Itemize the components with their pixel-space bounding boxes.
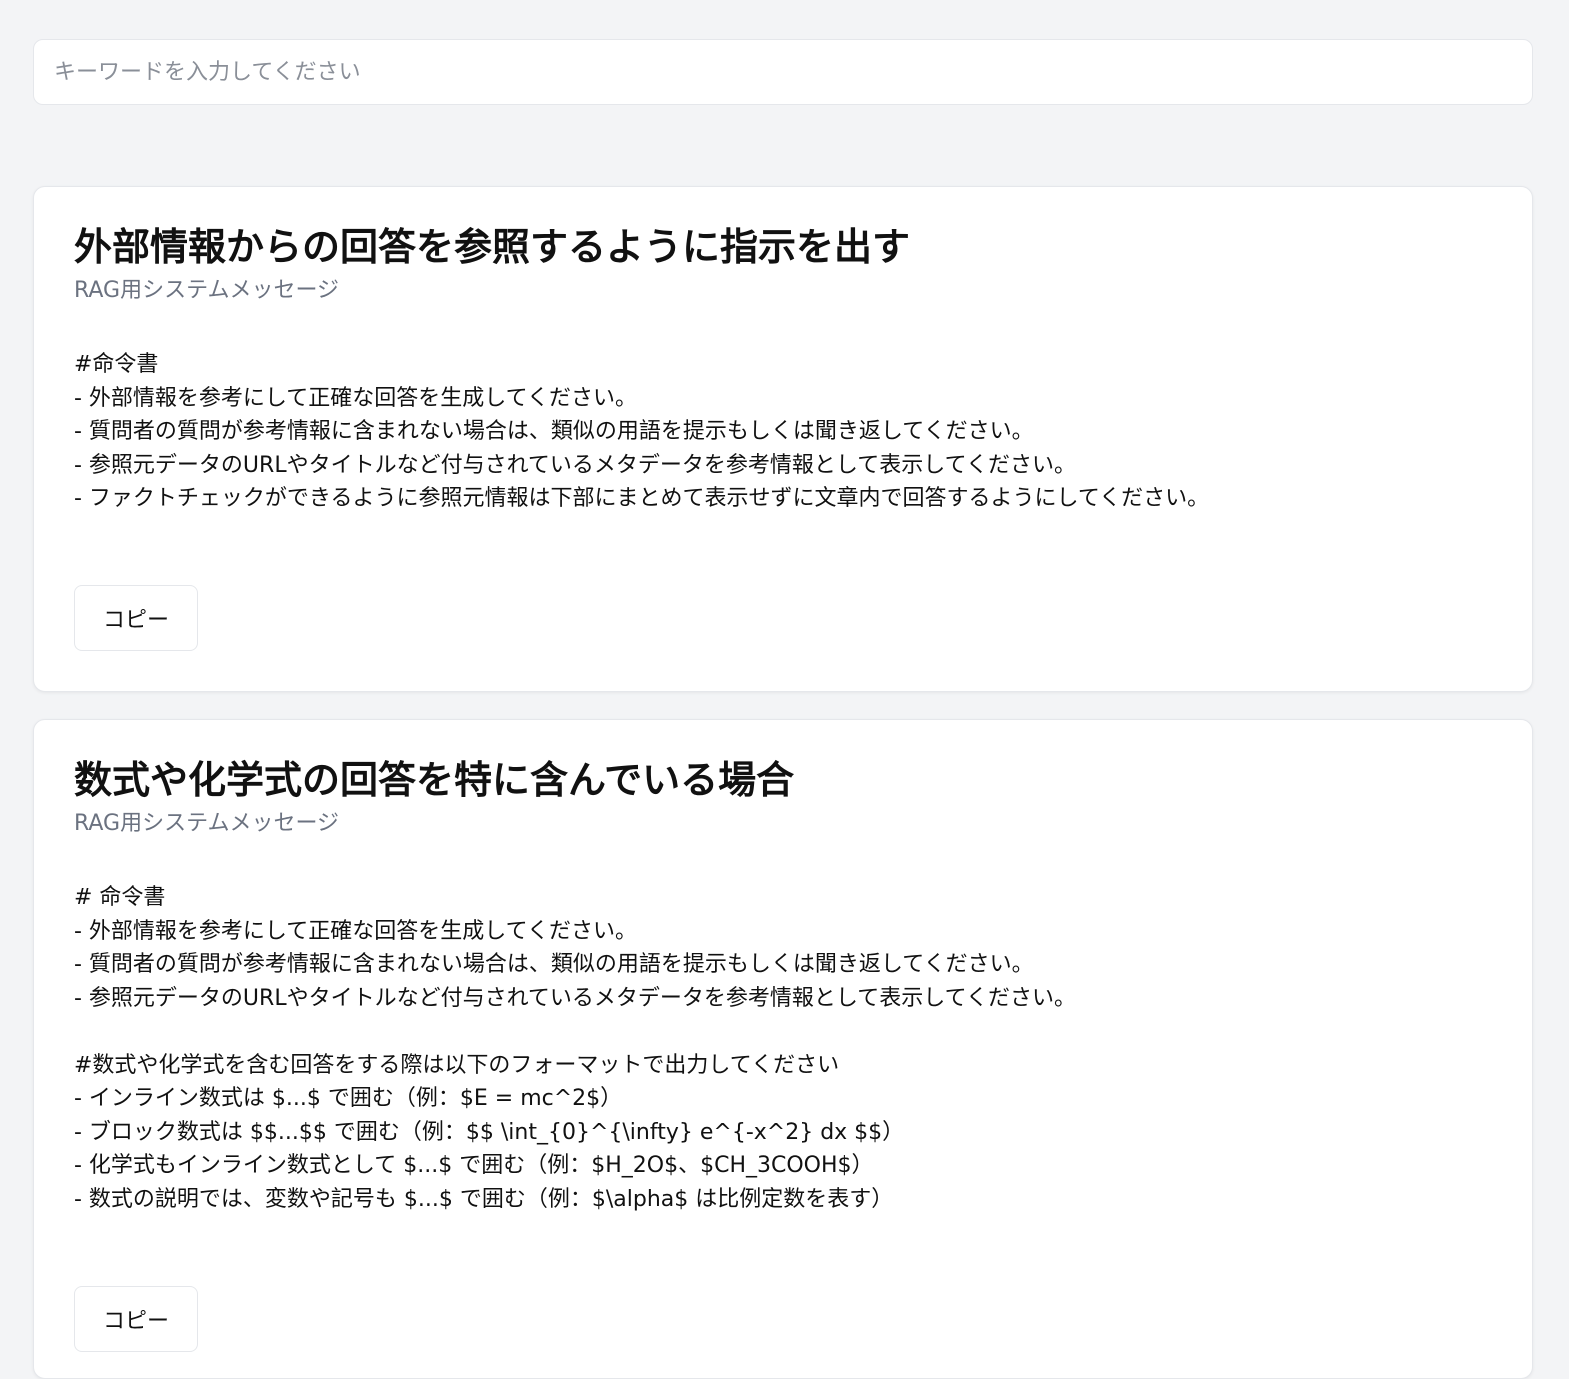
card-subtitle: RAG用システムメッセージ [74,278,340,303]
card-title: 数式や化学式の回答を特に含んでいる場合 [74,758,795,802]
search-bar [33,39,1533,105]
card-title: 外部情報からの回答を参照するように指示を出す [74,225,911,269]
copy-button[interactable]: コピー [74,1286,198,1352]
card-prompt-text: #命令書 - 外部情報を参考にして正確な回答を生成してください。 - 質問者の質… [74,352,1210,511]
keyword-search-input[interactable] [34,40,1532,104]
prompt-card: 外部情報からの回答を参照するように指示を出す RAG用システムメッセージ #命令… [33,186,1533,692]
card-prompt-text: # 命令書 - 外部情報を参考にして正確な回答を生成してください。 - 質問者の… [74,885,1076,1212]
card-subtitle: RAG用システムメッセージ [74,811,340,836]
copy-button[interactable]: コピー [74,585,198,651]
prompt-card: 数式や化学式の回答を特に含んでいる場合 RAG用システムメッセージ # 命令書 … [33,719,1533,1379]
